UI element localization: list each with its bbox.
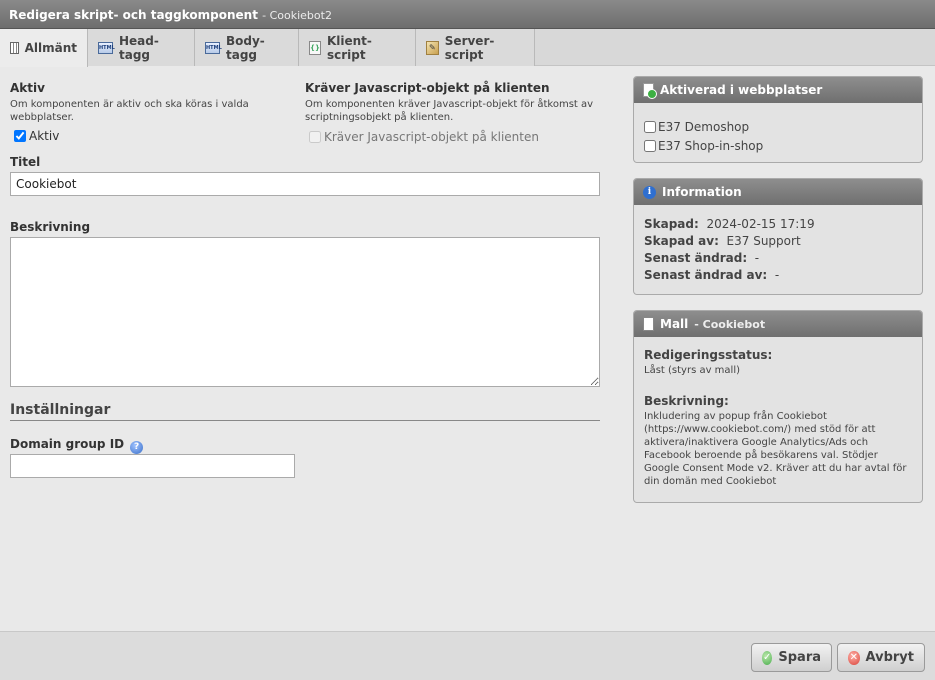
tab-head-tagg[interactable]: HTML Head-tagg [88,29,195,66]
tab-bar: Allmänt HTML Head-tagg HTML Body-tagg {}… [0,29,935,67]
tab-label: Server-script [444,33,495,62]
window-title: Redigera skript- och taggkomponent [9,8,258,22]
beskrivning-label: Beskrivning [10,220,91,234]
info-row-modified-by: Senast ändrad av: - [644,268,912,285]
info-key: Senast ändrad av: [644,268,768,282]
requires-js-description: Om komponenten kräver Javascript-objekt … [305,99,594,123]
info-panel: i Information Skapad: 2024-02-15 17:19 S… [633,178,923,295]
sites-panel-header: Aktiverad i webbplatser [634,77,922,103]
tab-klient-script[interactable]: {} Klient-script [299,29,416,66]
site-checkbox[interactable] [644,120,656,133]
tab-label: Klient-script [326,33,372,62]
aktiv-checkbox-label: Aktiv [29,129,60,143]
mall-status-value: Låst (styrs av mall) [644,365,741,376]
info-icon: i [643,185,656,199]
titel-input[interactable] [10,172,600,196]
tab-label: Head-tagg [119,33,159,62]
close-icon: ✕ [848,650,860,665]
sites-panel-title: Aktiverad i webbplatser [660,83,823,97]
info-row-created: Skapad: 2024-02-15 17:19 [644,217,912,234]
info-row-modified: Senast ändrad: - [644,251,912,268]
info-panel-title: Information [662,185,742,199]
html-icon: HTML [205,41,222,54]
requires-js-heading: Kräver Javascript-objekt på klienten [305,81,550,95]
site-checkbox[interactable] [644,139,656,152]
window-title-bar: Redigera skript- och taggkomponent - Coo… [0,0,935,29]
requires-js-checkbox-label: Kräver Javascript-objekt på klienten [324,130,539,144]
checkmark-icon: ✓ [762,650,773,665]
info-panel-header: i Information [634,179,922,205]
page-active-icon [643,83,657,99]
requires-js-checkbox-row: Kräver Javascript-objekt på klienten [309,130,539,144]
site-item-shop-in-shop[interactable]: E37 Shop-in-shop [644,136,912,155]
save-button[interactable]: ✓ Spara [751,643,832,672]
info-value: 2024-02-15 17:19 [706,217,815,231]
dialog-footer: ✓ Spara ✕ Avbryt [0,631,935,680]
domain-group-label: Domain group ID [10,437,125,451]
info-row-created-by: Skapad av: E37 Support [644,234,912,251]
window-subtitle: - Cookiebot2 [262,9,332,22]
info-key: Skapad av: [644,234,719,248]
calendar-grid-icon [10,42,19,54]
info-value: E37 Support [726,234,801,248]
mall-desc-label: Beskrivning: [644,394,729,408]
help-icon[interactable]: ? [130,441,144,454]
tab-label: Allmänt [24,41,77,55]
mall-panel-title: Mall [660,317,689,331]
info-key: Senast ändrad: [644,251,748,265]
beskrivning-textarea[interactable] [10,237,600,387]
save-button-label: Spara [778,650,821,665]
cancel-button[interactable]: ✕ Avbryt [837,643,925,672]
mall-status-label: Redigeringsstatus: [644,348,773,362]
mall-panel: Mall - Cookiebot Redigeringsstatus: Låst… [633,310,923,503]
aktiv-description: Om komponenten är aktiv och ska köras i … [10,99,249,123]
mall-panel-header: Mall - Cookiebot [634,311,922,337]
info-value: - [754,251,760,265]
site-label: E37 Demoshop [658,119,750,134]
requires-js-checkbox [309,131,321,143]
server-script-icon: ✎ [426,40,439,55]
installningar-heading: Inställningar [10,402,600,421]
info-key: Skapad: [644,217,699,231]
site-label: E37 Shop-in-shop [658,138,764,153]
aktiv-checkbox[interactable] [14,130,26,142]
domain-group-input[interactable] [10,454,295,478]
cancel-button-label: Avbryt [865,650,914,665]
tab-allmant[interactable]: Allmänt [0,29,88,67]
domain-group-label-row: Domain group ID? [10,437,144,454]
sites-panel: Aktiverad i webbplatser E37 Demoshop E37… [633,76,923,163]
tab-body-tagg[interactable]: HTML Body-tagg [195,29,299,66]
javascript-file-icon: {} [309,40,321,55]
tab-server-script[interactable]: ✎ Server-script [416,29,535,66]
mall-desc-value: Inkludering av popup från Cookiebot (htt… [644,411,907,487]
aktiv-heading: Aktiv [10,81,45,95]
site-item-demoshop[interactable]: E37 Demoshop [644,117,912,136]
document-icon [643,317,654,331]
info-value: - [774,268,780,282]
html-icon: HTML [98,41,115,54]
mall-panel-subtitle: - Cookiebot [694,317,766,331]
aktiv-checkbox-row[interactable]: Aktiv [14,129,59,143]
titel-label: Titel [10,155,41,169]
tab-label: Body-tagg [226,33,265,62]
